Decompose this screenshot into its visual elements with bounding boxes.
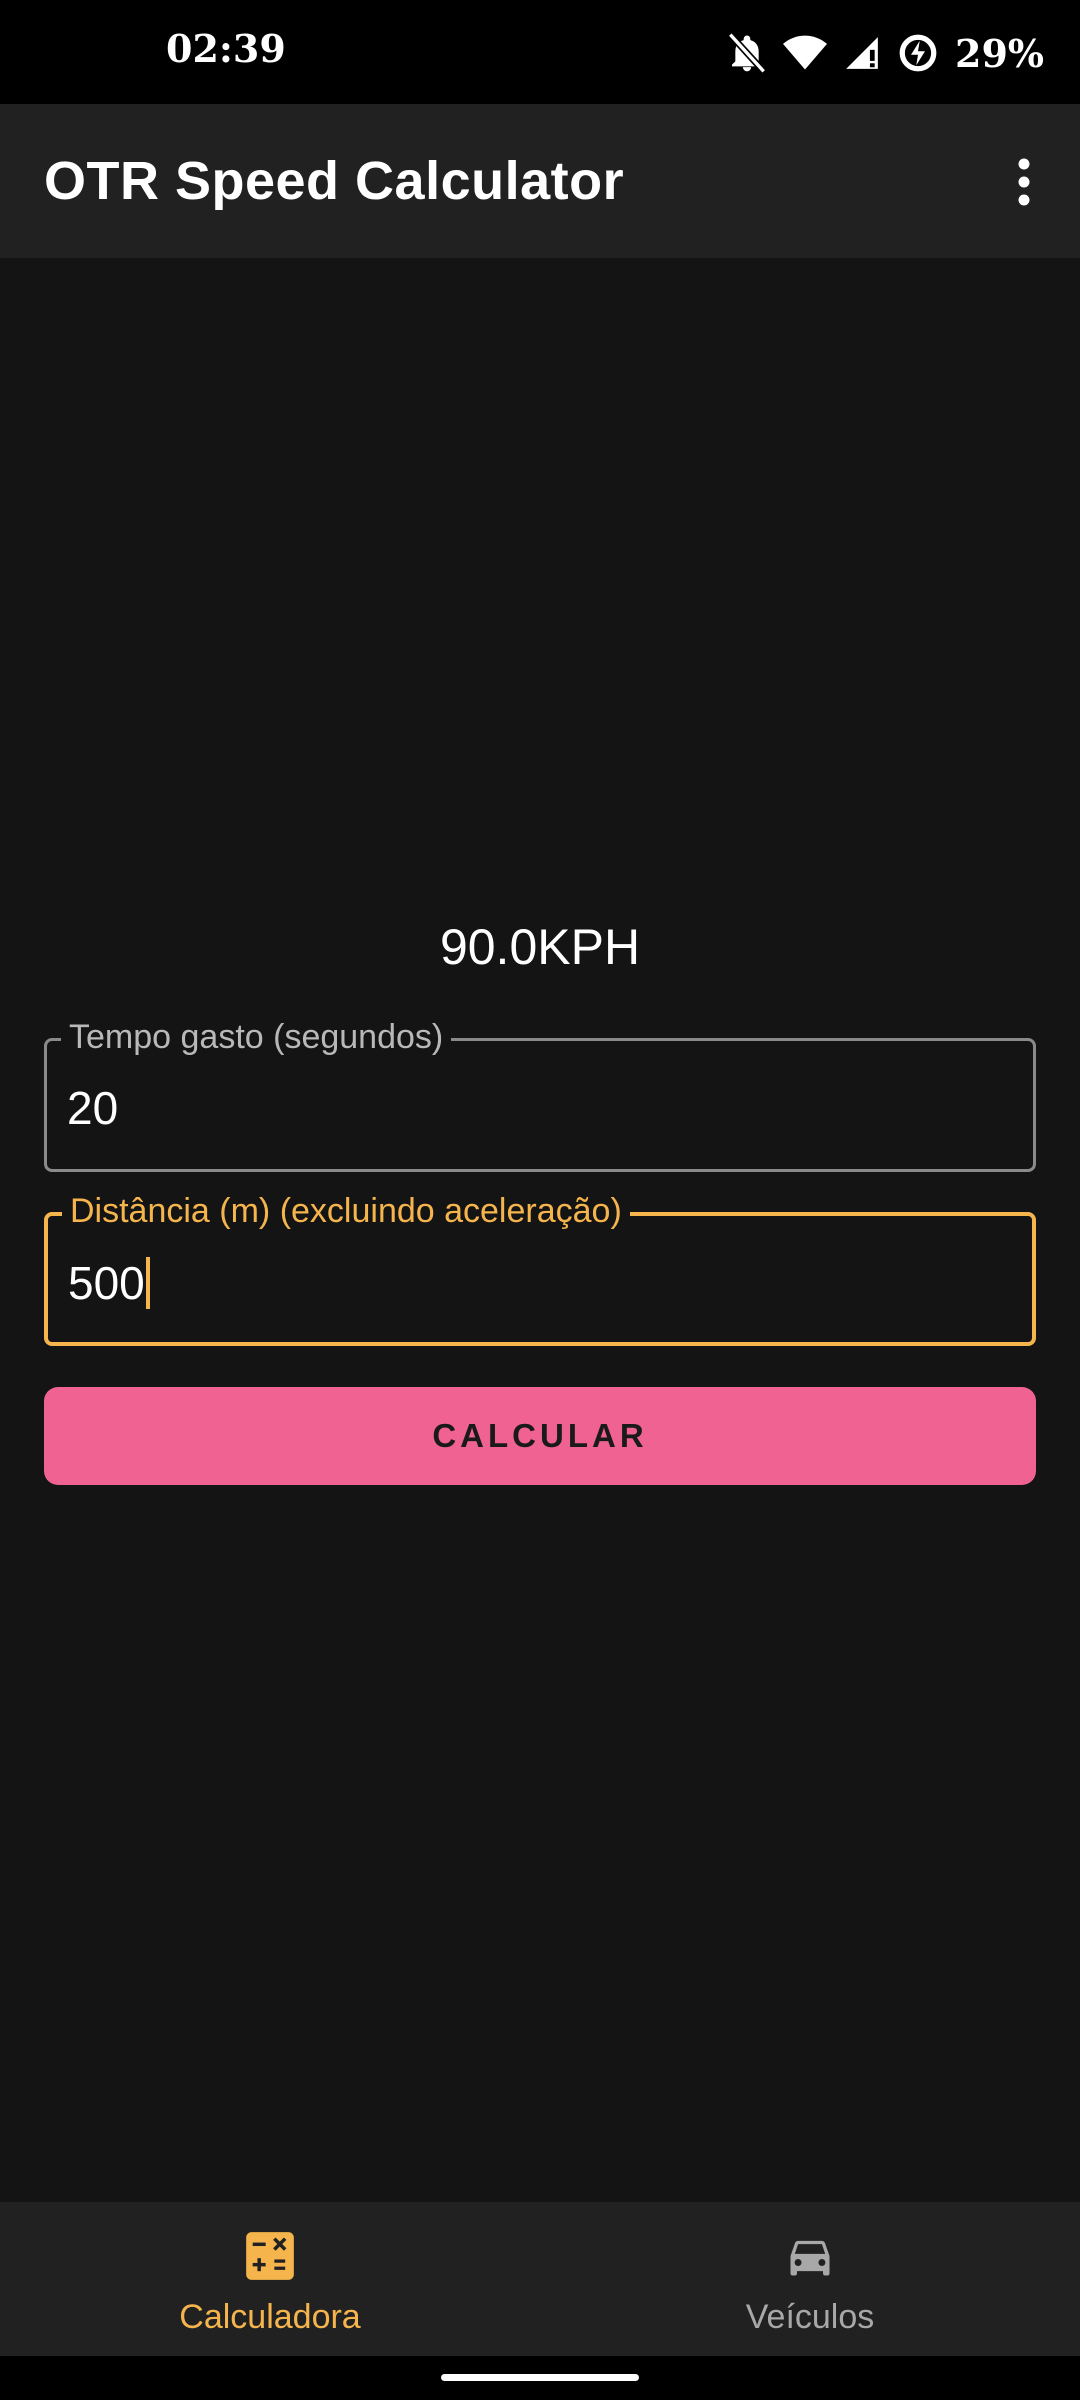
nav-label-veiculos: Veículos — [745, 2298, 875, 2336]
distance-field-value: 500 — [68, 1257, 145, 1309]
signal-icon — [843, 34, 881, 72]
status-time: 02:39 — [166, 26, 286, 71]
overflow-menu-button[interactable] — [996, 144, 1052, 220]
nav-label-calculadora: Calculadora — [179, 2298, 361, 2336]
nav-item-calculadora[interactable]: Calculadora — [0, 2202, 540, 2356]
battery-saver-icon — [897, 32, 939, 74]
battery-percentage: 29% — [955, 30, 1044, 76]
status-bar: 02:39 29% — [0, 0, 1080, 104]
bottom-navigation: Calculadora Veículos — [0, 2202, 1080, 2356]
gesture-area — [0, 2356, 1080, 2400]
time-field[interactable]: Tempo gasto (segundos) 20 — [44, 1015, 1036, 1172]
notifications-off-icon — [727, 31, 767, 75]
nav-item-veiculos[interactable]: Veículos — [540, 2202, 1080, 2356]
app-bar: OTR Speed Calculator — [0, 104, 1080, 258]
wifi-icon — [783, 34, 827, 72]
app-title: OTR Speed Calculator — [44, 151, 625, 211]
calculator-icon — [246, 2232, 294, 2280]
text-cursor — [145, 1257, 150, 1309]
time-field-value: 20 — [67, 1082, 119, 1134]
time-field-label: Tempo gasto (segundos) — [61, 1015, 452, 1059]
car-icon — [790, 2240, 830, 2276]
result-speed: 90.0KPH — [439, 919, 641, 975]
status-icons: 29% — [727, 26, 1044, 80]
calculate-button[interactable]: CALCULAR — [44, 1387, 1036, 1485]
distance-field-label: Distância (m) (excluindo aceleração) — [62, 1189, 630, 1233]
more-vert-icon — [1018, 158, 1030, 206]
distance-field[interactable]: Distância (m) (excluindo aceleração) 500 — [44, 1189, 1036, 1346]
gesture-bar[interactable] — [441, 2374, 639, 2381]
